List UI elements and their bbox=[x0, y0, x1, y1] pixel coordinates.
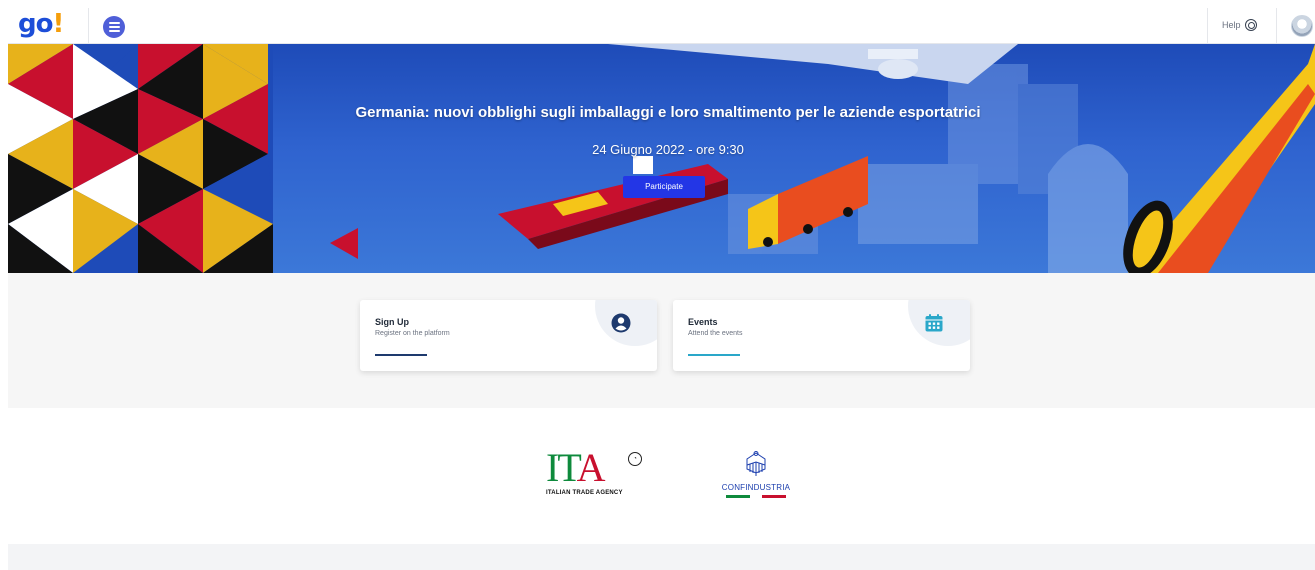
hero-title: Germania: nuovi obblighi sugli imballagg… bbox=[355, 104, 981, 121]
hero-date: 24 Giugno 2022 - ore 9:30 bbox=[592, 142, 744, 157]
user-avatar-icon[interactable] bbox=[1291, 15, 1313, 37]
ita-subtitle: ITALIAN TRADE AGENCY bbox=[546, 490, 623, 496]
user-circle-icon bbox=[611, 313, 631, 333]
eagle-emblem-icon bbox=[746, 451, 766, 476]
lifebuoy-icon bbox=[1244, 19, 1257, 31]
card-underline bbox=[688, 354, 740, 356]
sign-up-card[interactable]: Sign Up Register on the platform bbox=[360, 300, 657, 371]
green-stripe bbox=[726, 495, 750, 498]
city-shapes bbox=[728, 64, 1128, 273]
train-shape bbox=[1123, 44, 1315, 273]
calendar-icon bbox=[925, 314, 943, 332]
confindustria-label: CONFINDUSTRIA bbox=[721, 483, 791, 492]
hero-banner: Germania: nuovi obblighi sugli imballagg… bbox=[8, 44, 1315, 273]
card-title: Sign Up bbox=[375, 317, 409, 327]
red-stripe bbox=[762, 495, 786, 498]
confindustria-logo[interactable]: CONFINDUSTRIA bbox=[716, 448, 796, 498]
card-subtitle: Register on the platform bbox=[375, 330, 450, 337]
participate-button[interactable]: Participate bbox=[623, 176, 705, 198]
ita-logo[interactable]: ITA ◔ ITALIAN TRADE AGENCY bbox=[546, 448, 646, 498]
card-underline bbox=[375, 354, 427, 356]
footer-strip bbox=[8, 544, 1315, 570]
logo-letter-g: g bbox=[18, 9, 37, 39]
airplane-shape bbox=[608, 44, 1018, 84]
top-bar: go! Help bbox=[8, 8, 1315, 44]
logo-exclamation: ! bbox=[52, 9, 65, 39]
go-logo[interactable]: go! bbox=[18, 9, 65, 39]
ship-shape bbox=[498, 156, 728, 249]
avatar-divider bbox=[1276, 8, 1277, 44]
logo-divider bbox=[88, 8, 89, 44]
hamburger-menu-icon[interactable] bbox=[103, 16, 125, 38]
partners-section: ITA ◔ ITALIAN TRADE AGENCY CONFINDUSTRIA bbox=[8, 408, 1315, 544]
triangle-pattern bbox=[8, 44, 358, 273]
help-label: Help bbox=[1222, 20, 1241, 30]
card-subtitle: Attend the events bbox=[688, 330, 743, 337]
events-card[interactable]: Events Attend the events bbox=[673, 300, 970, 371]
hero-illustration bbox=[8, 44, 1315, 273]
ita-badge-icon: ◔ bbox=[628, 452, 642, 466]
help-divider bbox=[1207, 8, 1208, 44]
help-button[interactable]: Help bbox=[1222, 19, 1257, 31]
logo-letter-o: o bbox=[35, 9, 54, 39]
ita-mark: ITA bbox=[546, 445, 605, 490]
card-title: Events bbox=[688, 317, 718, 327]
quick-links-section: Sign Up Register on the platform Events … bbox=[8, 273, 1315, 408]
